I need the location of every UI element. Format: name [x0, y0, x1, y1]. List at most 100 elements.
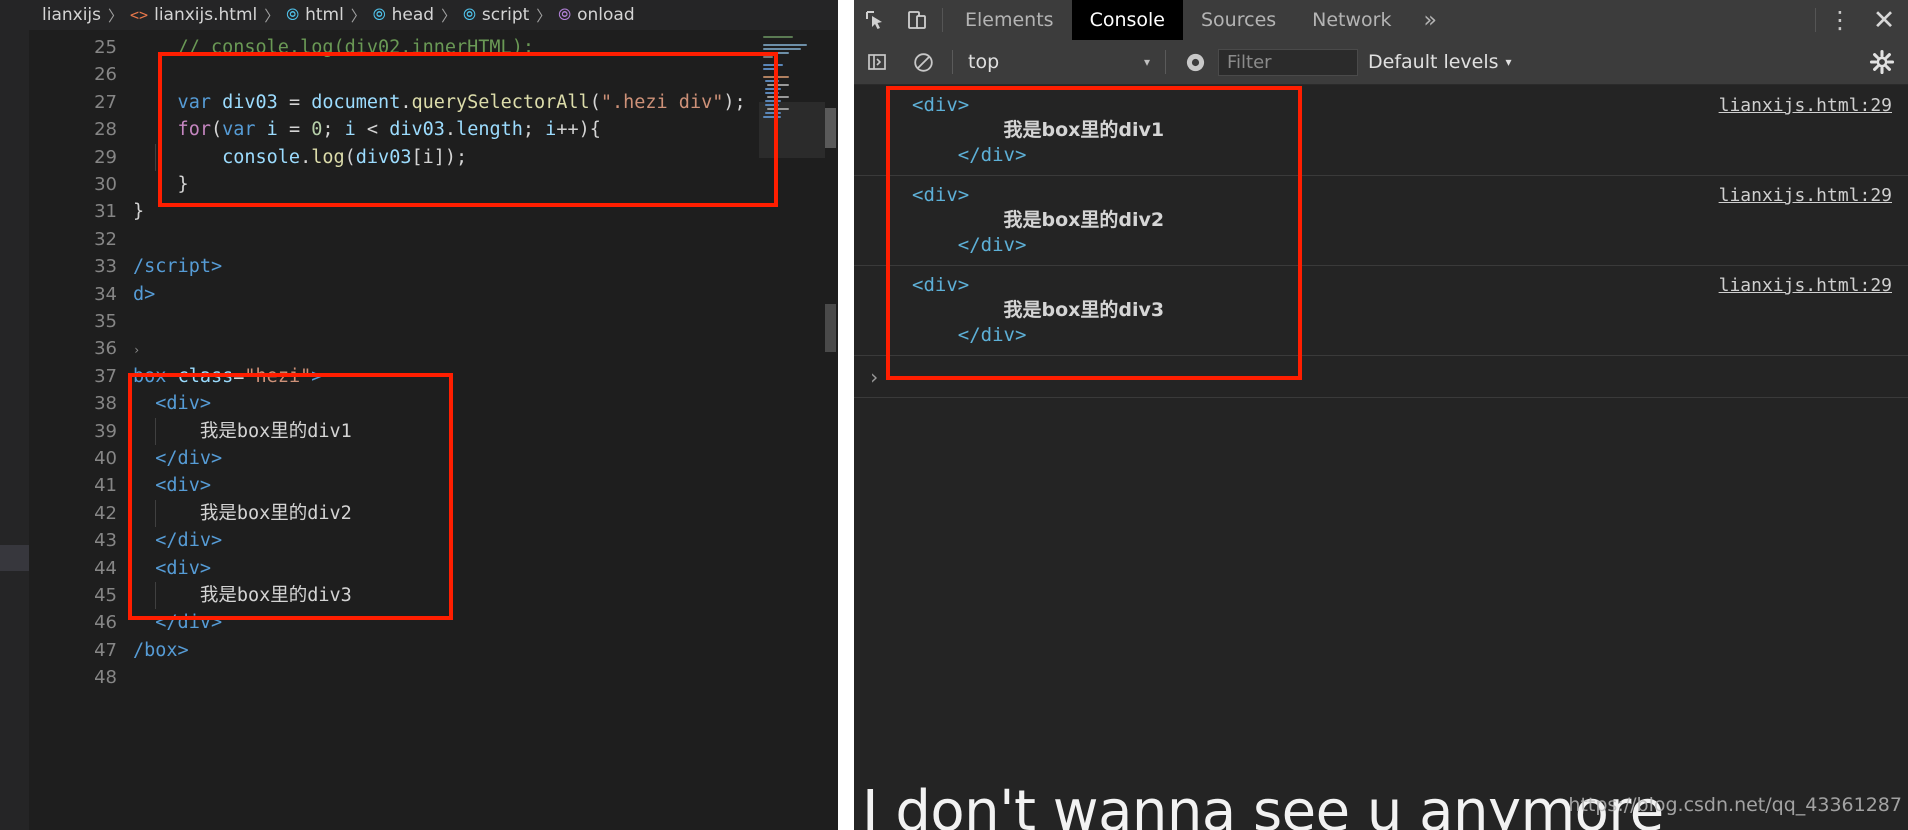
code-line[interactable]: 我是box里的div3 — [133, 582, 352, 609]
code-token-tag: > — [311, 365, 323, 387]
console-log-source-link[interactable]: lianxijs.html:29 — [1719, 93, 1896, 116]
inspect-element-icon[interactable] — [854, 0, 896, 40]
breadcrumb-item-head[interactable]: ⦾ head — [373, 5, 434, 25]
minimap-line — [767, 96, 789, 98]
console-log-row[interactable]: <div> 我是box里的div3 </div> lianxijs.html:29 — [854, 266, 1908, 356]
code-token-plain: = — [277, 91, 312, 113]
console-log-row[interactable]: <div> 我是box里的div2 </div> lianxijs.html:29 — [854, 176, 1908, 266]
code-line[interactable]: for(var i = 0; i < div03.length; i++){ — [133, 116, 601, 143]
code-token-plain: . — [300, 146, 312, 168]
code-line[interactable]: // console.log(div02.innerHTML); — [133, 34, 534, 61]
indent-guide — [155, 417, 156, 445]
indent-guide — [155, 582, 156, 610]
tag-icon: ⦾ — [463, 5, 476, 24]
code-line[interactable]: d> — [133, 281, 155, 308]
code-token-text: 我是box里的div2 — [133, 502, 352, 524]
code-line[interactable]: <div> — [133, 390, 211, 417]
code-line[interactable]: console.log(div03[i]); — [133, 144, 467, 171]
log-levels-select[interactable]: Default levels ▾ — [1358, 51, 1522, 73]
code-line[interactable]: </div> — [133, 609, 222, 636]
log-inner-text: 我是box里的div2 — [1003, 209, 1165, 231]
console-prompt-row[interactable]: › — [854, 356, 1908, 398]
code-line[interactable]: /box> — [133, 637, 189, 664]
line-number: 36 — [94, 338, 117, 360]
code-line[interactable]: <div> — [133, 472, 211, 499]
devtools-tabbar: Elements Console Sources Network » ⋮ ✕ — [854, 0, 1908, 40]
code-line[interactable]: </div> — [133, 527, 222, 554]
breadcrumb-item-lianxijs-html[interactable]: <> lianxijs.html — [130, 5, 257, 25]
line-number-gutter: 25 26 27 28 29 30 31 32 33 34 35 36 37 38 39 40 41 42 43 44… — [29, 30, 129, 830]
breadcrumb[interactable]: lianxijs 〉 <> lianxijs.html 〉 ⦾ html 〉 ⦾ head 〉 ⦾ sc… — [29, 0, 853, 30]
breadcrumb-item-label: lianxijs — [42, 5, 102, 25]
code-token-num: 0 — [311, 119, 323, 141]
code-token-tag: <div> — [155, 557, 211, 579]
scrollbar-thumb[interactable] — [825, 108, 836, 148]
code-line[interactable]: box class="hezi"> — [133, 363, 322, 390]
tab-sources[interactable]: Sources — [1183, 0, 1294, 40]
line-number: 46 — [94, 612, 117, 634]
code-line[interactable]: › — [133, 335, 140, 362]
tab-label: Sources — [1201, 9, 1277, 31]
code-line[interactable]: } — [133, 198, 144, 225]
breadcrumb-separator: 〉 — [108, 6, 124, 25]
console-output[interactable]: <div> 我是box里的div1 </div> lianxijs.html:29… — [854, 86, 1908, 830]
breadcrumb-item-script[interactable]: ⦾ script — [463, 5, 529, 25]
code-line[interactable]: /script> — [133, 253, 222, 280]
devtools-menu-icon[interactable]: ⋮ — [1820, 0, 1860, 40]
console-log-content: <div> 我是box里的div2 </div> — [854, 183, 1164, 258]
code-token-plain: < — [355, 119, 390, 141]
line-number: 31 — [94, 201, 117, 223]
activity-bar — [0, 0, 29, 830]
code-line[interactable]: var div03 = document.querySelectorAll(".… — [133, 89, 746, 116]
live-expression-icon[interactable] — [1172, 51, 1218, 74]
code-token-plain: . — [444, 119, 457, 141]
console-log-row[interactable]: <div> 我是box里的div1 </div> lianxijs.html:29 — [854, 86, 1908, 176]
code-token-plain: = — [277, 119, 312, 141]
devtools-settings-icon[interactable] — [1856, 49, 1908, 75]
pane-divider — [838, 0, 854, 830]
code-token-var: div03 — [222, 91, 278, 113]
code-token-tag: box — [133, 365, 178, 387]
editor-minimap[interactable] — [759, 30, 825, 830]
more-tabs-icon[interactable]: » — [1410, 0, 1451, 40]
code-line[interactable]: </div> — [133, 445, 222, 472]
breadcrumb-item-lianxijs[interactable]: lianxijs — [42, 5, 101, 25]
breadcrumb-item-onload[interactable]: ⦾ onload — [558, 5, 634, 25]
code-text-area[interactable]: 25 26 27 28 29 30 31 32 33 34 35 36 37 38 39 40 41 42 43 44… — [29, 30, 759, 830]
line-number: 40 — [94, 448, 117, 469]
code-line[interactable]: 我是box里的div1 — [133, 418, 352, 445]
code-token-kw: var — [222, 119, 267, 141]
tab-network[interactable]: Network — [1294, 0, 1409, 40]
code-token-plain: ( — [344, 146, 356, 168]
filter-placeholder: Filter — [1227, 51, 1272, 73]
breadcrumb-item-label: onload — [577, 5, 635, 25]
console-log-source-link[interactable]: lianxijs.html:29 — [1719, 273, 1896, 296]
device-toolbar-icon[interactable] — [896, 0, 938, 40]
execution-context-select[interactable]: top ▾ — [959, 48, 1159, 76]
minimap-slider[interactable] — [759, 102, 825, 158]
scrollbar-thumb-secondary[interactable] — [825, 304, 836, 352]
minimap-line — [765, 112, 781, 114]
breadcrumb-item-label: html — [305, 5, 344, 25]
tab-elements[interactable]: Elements — [947, 0, 1072, 40]
code-line[interactable]: <div> — [133, 555, 211, 582]
code-token-fold: › — [133, 343, 141, 358]
toolbar-separator-right — [1815, 8, 1816, 32]
console-filter-input[interactable]: Filter — [1218, 48, 1358, 76]
code-line[interactable]: } — [133, 171, 189, 198]
tab-console[interactable]: Console — [1071, 0, 1183, 40]
console-sidebar-toggle-icon[interactable] — [854, 51, 900, 73]
console-prompt-caret-icon: › — [868, 364, 881, 389]
code-line[interactable]: 我是box里的div2 — [133, 500, 352, 527]
code-token-plain: ; — [522, 119, 546, 141]
editor-vertical-scrollbar[interactable] — [824, 30, 838, 830]
code-token-var: i — [545, 119, 557, 141]
toolbar-sep-1 — [952, 50, 953, 74]
code-lines[interactable]: // console.log(div02.innerHTML); var div… — [133, 30, 759, 830]
minimap-line — [765, 92, 779, 94]
close-devtools-icon[interactable]: ✕ — [1860, 0, 1908, 40]
console-log-source-link[interactable]: lianxijs.html:29 — [1719, 183, 1896, 206]
breadcrumb-item-html[interactable]: ⦾ html — [286, 5, 344, 25]
clear-console-icon[interactable] — [900, 51, 946, 74]
line-number: 37 — [94, 365, 117, 387]
